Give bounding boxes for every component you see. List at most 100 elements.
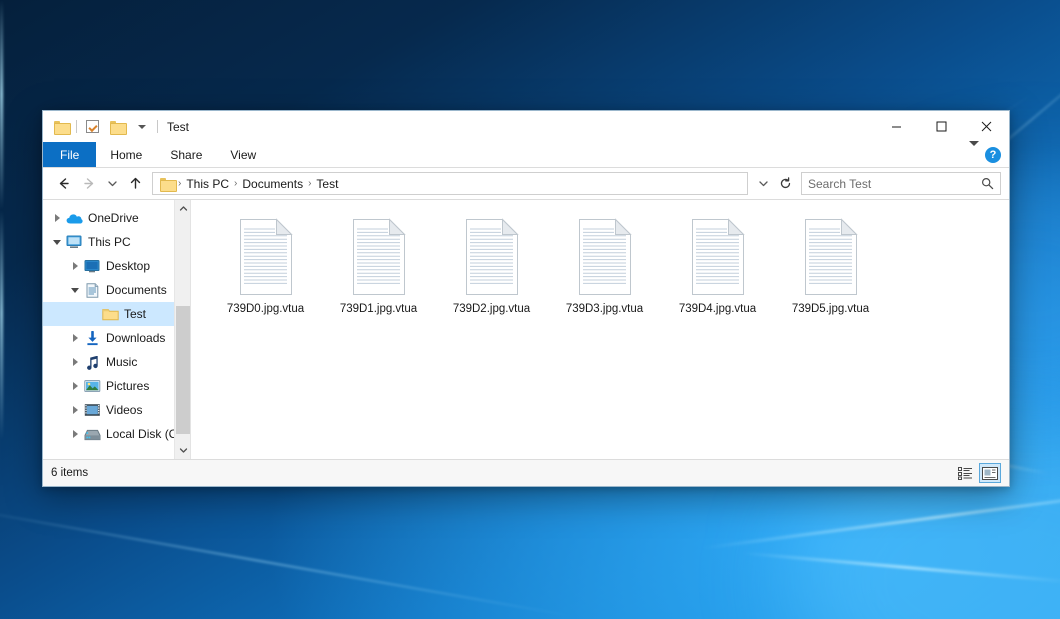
tab-view[interactable]: View [216,142,270,167]
wallpaper-beam [742,552,1060,584]
documents-icon [83,282,101,298]
up-button[interactable] [123,172,147,196]
generic-document-icon [461,218,523,296]
file-grid: 739D0.jpg.vtua 739D1.jpg.vtua 739D2.jpg.vt… [209,214,999,319]
twisty-collapsed-icon[interactable] [67,398,83,422]
sidebar-item-label: Downloads [106,331,165,345]
sidebar-item-label: Pictures [106,379,149,393]
file-name-label: 739D3.jpg.vtua [566,303,643,315]
breadcrumb-test[interactable]: Test [312,177,342,191]
search-box[interactable] [801,172,1001,195]
twisty-collapsed-icon[interactable] [67,326,83,350]
wallpaper-beam [702,485,1060,549]
help-icon[interactable]: ? [985,147,1001,163]
minimize-button[interactable] [874,111,919,142]
sidebar-item-label: Test [124,307,146,321]
quick-access-toolbar [43,117,158,136]
twisty-expanded-icon[interactable] [49,230,65,254]
window-title: Test [167,120,189,134]
generic-document-icon [687,218,749,296]
sidebar-scrollbar[interactable] [174,200,190,459]
recent-locations-chevron-icon[interactable] [103,172,121,196]
scroll-up-arrow-icon[interactable] [175,200,191,217]
breadcrumb[interactable]: › This PC › Documents › Test [152,172,748,195]
search-icon [981,177,994,190]
twisty-collapsed-icon[interactable] [49,206,65,230]
generic-document-icon [574,218,636,296]
file-item[interactable]: 739D1.jpg.vtua [322,214,435,319]
twisty-collapsed-icon[interactable] [67,422,83,446]
tab-share[interactable]: Share [156,142,216,167]
path-folder-icon [160,178,175,190]
file-item[interactable]: 739D2.jpg.vtua [435,214,548,319]
sidebar-item-pictures[interactable]: Pictures [43,374,190,398]
previous-locations-chevron-icon[interactable] [753,172,773,195]
sidebar-item-videos[interactable]: Videos [43,398,190,422]
status-bar: 6 items [43,459,1009,486]
sidebar-item-downloads[interactable]: Downloads [43,326,190,350]
file-name-label: 739D1.jpg.vtua [340,303,417,315]
downloads-icon [83,330,101,346]
sidebar-item-local-disk-c[interactable]: Local Disk (C:) [43,422,190,446]
customize-chevron-icon[interactable] [132,117,152,136]
navigation-pane: OneDrive This PC Desktop Documents Test Downl… [43,200,191,459]
address-bar: › This PC › Documents › Test [43,168,1009,199]
tab-file[interactable]: File [43,142,96,167]
generic-document-icon [800,218,862,296]
sidebar-item-label: Music [106,355,137,369]
sidebar-item-label: Documents [106,283,167,297]
refresh-icon[interactable] [775,172,795,195]
sidebar-item-label: Desktop [106,259,150,273]
file-item[interactable]: 739D5.jpg.vtua [774,214,887,319]
sidebar-item-music[interactable]: Music [43,350,190,374]
ribbon-right-controls: ? [969,142,1009,167]
music-icon [83,354,101,370]
file-item[interactable]: 739D4.jpg.vtua [661,214,774,319]
ribbon-tab-bar: File Home Share View ? [43,142,1009,168]
folder-tree: OneDrive This PC Desktop Documents Test Downl… [43,200,190,446]
toolbar-divider [76,120,77,133]
large-icons-view-button[interactable] [979,463,1001,483]
scroll-down-arrow-icon[interactable] [175,442,191,459]
back-button[interactable] [51,172,75,196]
file-item[interactable]: 739D3.jpg.vtua [548,214,661,319]
breadcrumb-documents[interactable]: Documents [238,177,307,191]
folder-icon[interactable] [51,117,71,136]
forward-button[interactable] [77,172,101,196]
search-input[interactable] [808,177,981,191]
sidebar-item-label: Local Disk (C:) [106,427,185,441]
sidebar-item-onedrive[interactable]: OneDrive [43,206,190,230]
scrollbar-thumb[interactable] [176,306,190,434]
sidebar-item-documents[interactable]: Documents [43,278,190,302]
sidebar-item-label: OneDrive [88,211,139,225]
collapse-ribbon-chevron-icon[interactable] [969,146,979,164]
view-toggle-group [954,463,1001,483]
breadcrumb-this-pc[interactable]: This PC [182,177,233,191]
file-explorer-window: Test File Home Share View ? [42,110,1010,487]
desktop-icon [83,258,101,274]
sidebar-item-test[interactable]: Test [43,302,190,326]
sidebar-item-desktop[interactable]: Desktop [43,254,190,278]
details-view-button[interactable] [954,463,976,483]
twisty-expanded-icon[interactable] [67,278,83,302]
new-folder-icon[interactable] [107,117,127,136]
window-controls [874,111,1009,142]
twisty-collapsed-icon[interactable] [67,374,83,398]
twisty-collapsed-icon[interactable] [67,350,83,374]
generic-document-icon [235,218,297,296]
sidebar-item-this-pc[interactable]: This PC [43,230,190,254]
file-item[interactable]: 739D0.jpg.vtua [209,214,322,319]
desktop-wallpaper: Test File Home Share View ? [0,0,1060,619]
generic-document-icon [348,218,410,296]
twisty-placeholder [85,302,101,326]
properties-icon[interactable] [82,117,102,136]
wallpaper-beam [0,504,575,617]
twisty-collapsed-icon[interactable] [67,254,83,278]
title-bar: Test [43,111,1009,142]
maximize-button[interactable] [919,111,964,142]
item-count-label: 6 items [51,467,88,479]
videos-icon [83,402,101,418]
tab-home[interactable]: Home [96,142,156,167]
close-button[interactable] [964,111,1009,142]
file-list-pane[interactable]: 739D0.jpg.vtua 739D1.jpg.vtua 739D2.jpg.vt… [191,200,1009,459]
